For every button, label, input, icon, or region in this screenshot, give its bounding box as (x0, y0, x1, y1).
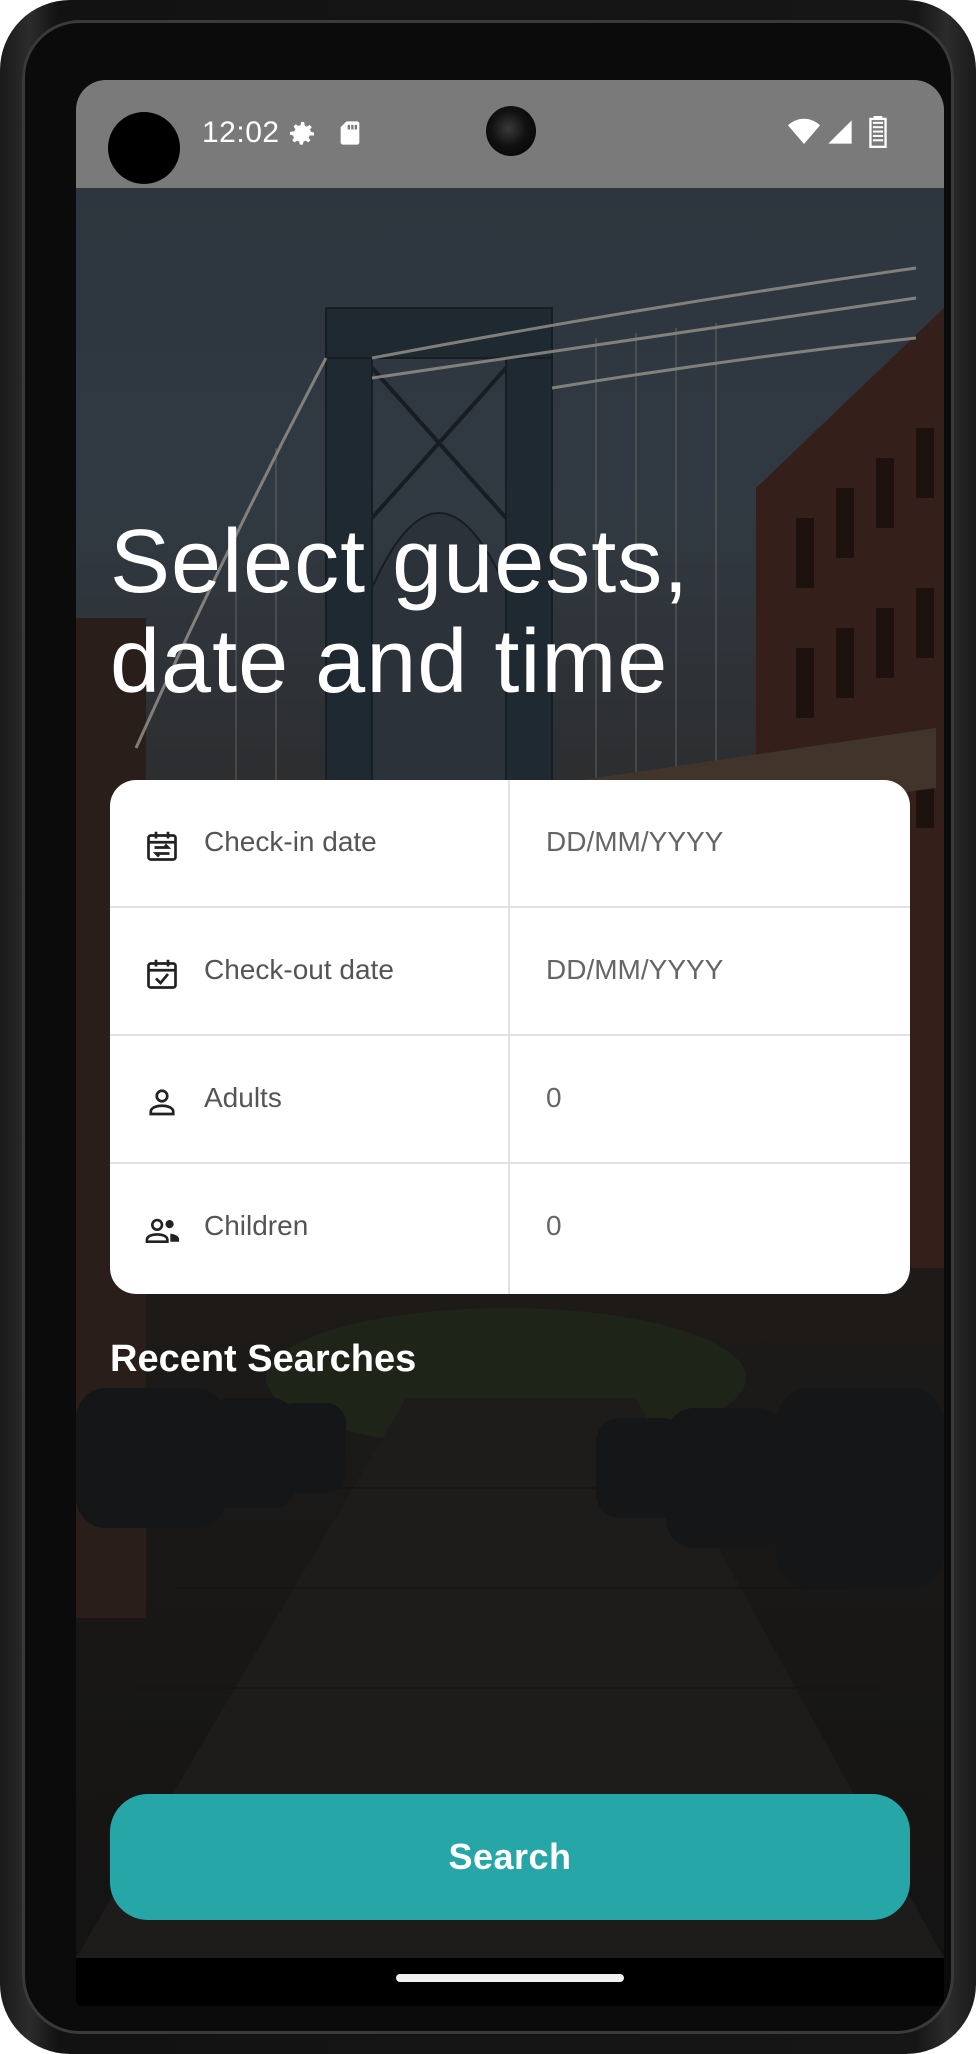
check-out-date-field[interactable]: DD/MM/YYYY (546, 954, 723, 986)
booking-form-card: Check-in date DD/MM/YYYY Check-out date … (110, 780, 910, 1294)
search-button[interactable]: Search (110, 1794, 910, 1920)
wifi-icon (788, 118, 820, 151)
adults-count-field[interactable]: 0 (546, 1082, 562, 1114)
navigation-bar (76, 1958, 944, 2006)
page-title: Select guests, date and time (110, 512, 690, 712)
front-camera (486, 106, 536, 156)
people-icon (144, 1212, 180, 1248)
adults-label: Adults (204, 1082, 282, 1113)
phone-screen: 12:02 Select guests, date and time Check… (76, 80, 944, 2006)
calendar-check-out-icon (144, 956, 180, 992)
children-row[interactable]: Children 0 (110, 1164, 910, 1292)
person-icon (144, 1084, 180, 1120)
phone-bezel: 12:02 Select guests, date and time Check… (22, 20, 954, 2034)
phone-frame: 12:02 Select guests, date and time Check… (0, 0, 976, 2054)
check-out-row[interactable]: Check-out date DD/MM/YYYY (110, 908, 910, 1036)
check-in-row[interactable]: Check-in date DD/MM/YYYY (110, 780, 910, 908)
settings-gear-icon (286, 118, 318, 155)
adults-row[interactable]: Adults 0 (110, 1036, 910, 1164)
recent-searches-heading: Recent Searches (110, 1338, 417, 1380)
check-out-label: Check-out date (204, 954, 394, 985)
children-label: Children (204, 1210, 309, 1241)
cellular-signal-icon (826, 118, 854, 151)
status-avatar (108, 112, 180, 184)
children-count-field[interactable]: 0 (546, 1210, 562, 1242)
status-time: 12:02 (202, 116, 280, 149)
battery-icon (868, 116, 888, 153)
check-in-label: Check-in date (204, 826, 377, 857)
calendar-check-in-icon (144, 828, 180, 864)
status-bar: 12:02 (76, 80, 944, 188)
check-in-date-field[interactable]: DD/MM/YYYY (546, 826, 723, 858)
sd-card-icon (336, 118, 364, 153)
home-indicator[interactable] (396, 1974, 624, 1982)
